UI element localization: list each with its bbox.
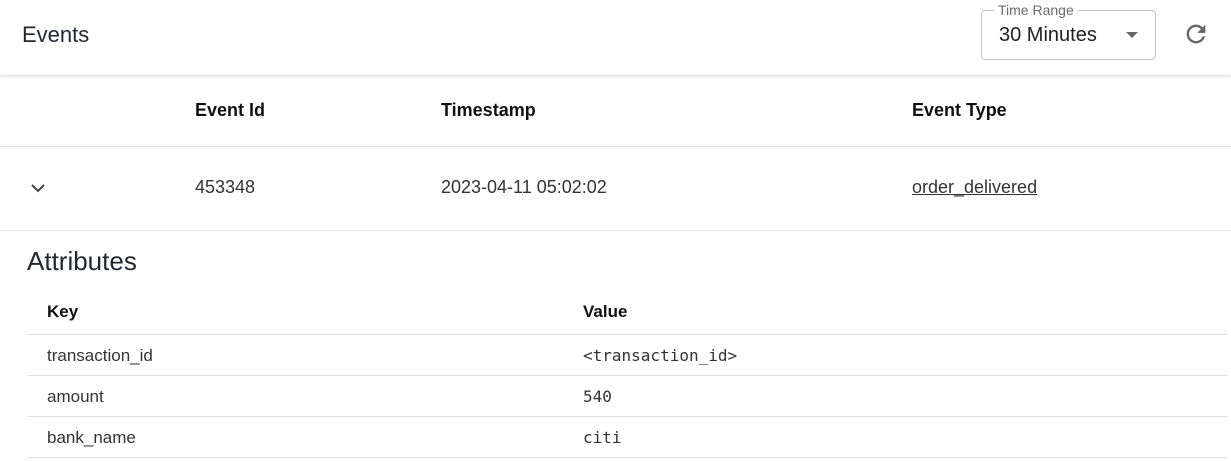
time-range-select[interactable]: Time Range 30 Minutes <box>981 2 1156 60</box>
table-row: amount 540 <box>27 376 1227 417</box>
column-header-timestamp[interactable]: Timestamp <box>441 100 536 121</box>
refresh-button[interactable] <box>1182 20 1210 48</box>
time-range-value: 30 Minutes <box>999 24 1097 46</box>
refresh-icon <box>1186 24 1206 44</box>
attributes-table: Key Value transaction_id <transaction_id… <box>27 291 1227 458</box>
attribute-value: <transaction_id> <box>583 346 738 365</box>
column-header-event-type[interactable]: Event Type <box>912 100 1007 121</box>
table-header-divider <box>0 146 1231 147</box>
attribute-value: 540 <box>583 387 612 406</box>
attribute-key: bank_name <box>47 428 136 447</box>
attribute-value: citi <box>583 428 622 447</box>
table-row: transaction_id <transaction_id> <box>27 335 1227 376</box>
table-row: bank_name citi <box>27 417 1227 458</box>
event-row-divider <box>0 230 1231 231</box>
chevron-down-icon <box>31 184 45 193</box>
attribute-key: amount <box>47 387 104 406</box>
attributes-title: Attributes <box>27 246 137 276</box>
column-header-key: Key <box>47 302 79 321</box>
column-header-value: Value <box>583 302 628 321</box>
attribute-key: transaction_id <box>47 346 153 365</box>
event-id-cell: 453348 <box>195 177 256 197</box>
attributes-table-header: Key Value <box>27 291 1227 335</box>
page-header: Events Time Range 30 Minutes <box>0 0 1231 76</box>
page-title: Events <box>22 22 90 47</box>
event-type-cell: order_delivered <box>912 177 1037 198</box>
expand-row-button[interactable] <box>26 176 50 200</box>
event-type-link[interactable]: order_delivered <box>912 177 1037 197</box>
caret-down-icon <box>1126 32 1138 38</box>
column-header-event-id[interactable]: Event Id <box>195 100 265 121</box>
timestamp-cell: 2023-04-11 05:02:02 <box>441 177 607 197</box>
time-range-label: Time Range <box>994 2 1078 18</box>
